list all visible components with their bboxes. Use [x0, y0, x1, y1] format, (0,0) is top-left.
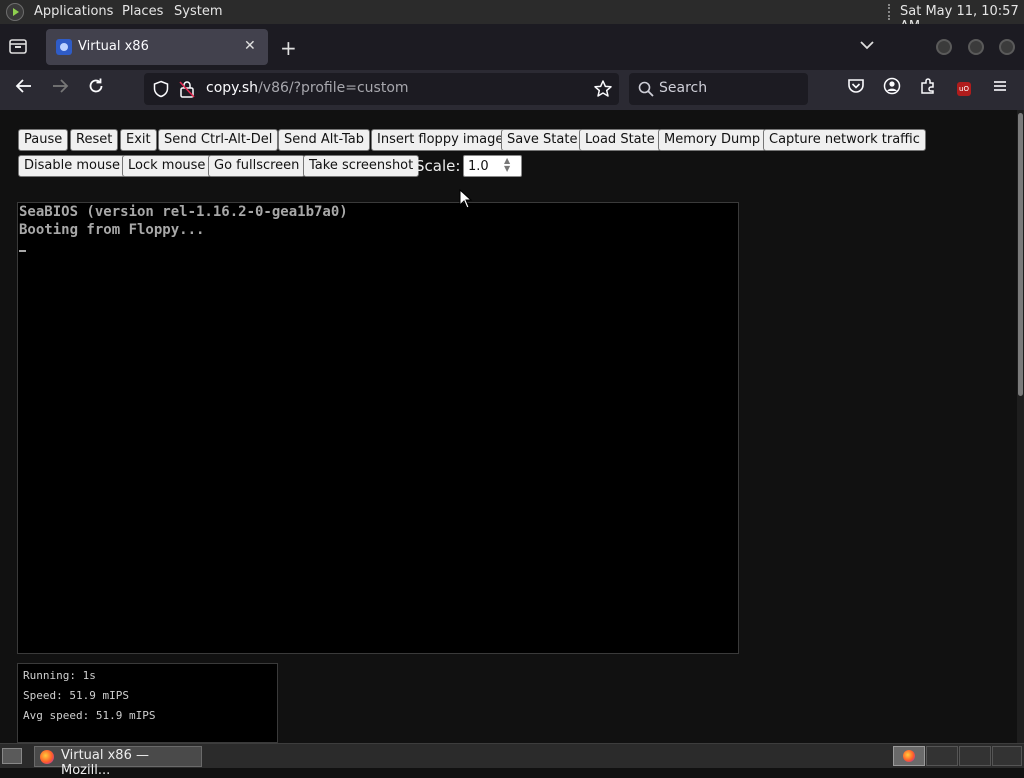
take-screenshot-button[interactable]: Take screenshot: [303, 155, 420, 177]
insecure-lock-icon[interactable]: [179, 80, 195, 102]
scrollbar-thumb[interactable]: [1018, 113, 1023, 396]
v86-favicon-icon: [56, 39, 72, 55]
tab-virtual-x86[interactable]: Virtual x86 ✕: [46, 29, 268, 65]
workspace-4[interactable]: [992, 746, 1022, 766]
chevron-down-icon[interactable]: [858, 36, 876, 58]
url-path: /v86/?profile=custom: [258, 80, 409, 96]
menu-applications[interactable]: Applications: [34, 4, 113, 19]
save-state-button[interactable]: Save State: [501, 129, 584, 151]
scale-spinner-icon[interactable]: ▲ ▼: [504, 157, 510, 173]
stat-running: Running: 1s: [23, 669, 96, 682]
taskbar-window-firefox[interactable]: Virtual x86 — Mozill...: [34, 746, 202, 778]
exit-button[interactable]: Exit: [120, 129, 157, 151]
taskbar: Virtual x86 — Mozill...: [0, 743, 1024, 778]
reload-icon[interactable]: [84, 77, 108, 101]
workspace-1[interactable]: [893, 746, 925, 766]
url-bar[interactable]: copy.sh/v86/?profile=custom: [144, 73, 619, 105]
firefox-icon: [40, 750, 54, 764]
workspace-2[interactable]: [926, 746, 958, 766]
stat-avg-speed: Avg speed: 51.9 mIPS: [23, 709, 156, 722]
ublock-icon[interactable]: uO: [957, 82, 971, 96]
search-icon: [637, 80, 655, 102]
mouse-pointer-icon: [459, 188, 473, 213]
screen-line: SeaBIOS (version rel-1.16.2-0-gea1b7a0): [19, 204, 348, 220]
disable-mouse-button[interactable]: Disable mouse: [18, 155, 126, 177]
applications-logo-icon[interactable]: [6, 3, 24, 21]
taskbar-window-label: Virtual x86 — Mozill...: [61, 748, 149, 778]
search-placeholder: Search: [659, 80, 708, 96]
menu-system[interactable]: System: [174, 4, 222, 19]
stat-speed: Speed: 51.9 mIPS: [23, 689, 129, 702]
search-bar[interactable]: Search: [629, 73, 808, 105]
top-panel: Applications Places System Sat May 11, 1…: [0, 0, 1024, 34]
close-window-icon[interactable]: [999, 39, 1015, 55]
show-desktop-icon[interactable]: [2, 748, 22, 764]
url-text: copy.sh/v86/?profile=custom: [206, 80, 409, 96]
firefox-icon: [903, 750, 915, 762]
url-domain: copy.sh: [206, 80, 259, 96]
memory-dump-button[interactable]: Memory Dump: [658, 129, 767, 151]
send-alt-tab-button[interactable]: Send Alt-Tab: [278, 129, 370, 151]
menu-places[interactable]: Places: [122, 4, 163, 19]
maximize-window-icon[interactable]: [968, 39, 984, 55]
workspace-3[interactable]: [959, 746, 991, 766]
bookmark-star-icon[interactable]: [593, 79, 613, 103]
capture-network-traffic-button[interactable]: Capture network traffic: [763, 129, 926, 151]
minimize-window-icon[interactable]: [936, 39, 952, 55]
text-cursor: [19, 250, 26, 252]
account-icon[interactable]: [880, 77, 904, 101]
firefox-view-icon[interactable]: [8, 36, 32, 58]
back-icon[interactable]: [12, 77, 36, 101]
screen-line: Booting from Floppy...: [19, 222, 205, 238]
pocket-icon[interactable]: [844, 77, 868, 101]
emulator-screen[interactable]: SeaBIOS (version rel-1.16.2-0-gea1b7a0) …: [17, 202, 739, 654]
extensions-icon[interactable]: [916, 77, 940, 101]
scale-input[interactable]: [463, 155, 522, 177]
load-state-button[interactable]: Load State: [579, 129, 661, 151]
scale-label: Scale:: [415, 157, 461, 175]
send-ctrl-alt-del-button[interactable]: Send Ctrl-Alt-Del: [158, 129, 279, 151]
panel-separator: [888, 4, 892, 20]
close-tab-icon[interactable]: ✕: [244, 38, 256, 54]
new-tab-icon[interactable]: +: [280, 36, 297, 60]
shield-icon[interactable]: [152, 80, 170, 102]
forward-icon[interactable]: [48, 77, 72, 101]
tab-title: Virtual x86: [78, 39, 149, 54]
menu-icon[interactable]: [988, 77, 1012, 101]
stats-panel: Running: 1s Speed: 51.9 mIPS Avg speed: …: [17, 663, 278, 743]
reset-button[interactable]: Reset: [70, 129, 119, 151]
lock-mouse-button[interactable]: Lock mouse: [122, 155, 212, 177]
pause-button[interactable]: Pause: [18, 129, 69, 151]
go-fullscreen-button[interactable]: Go fullscreen: [208, 155, 306, 177]
insert-floppy-image-button[interactable]: Insert floppy image: [371, 129, 510, 151]
